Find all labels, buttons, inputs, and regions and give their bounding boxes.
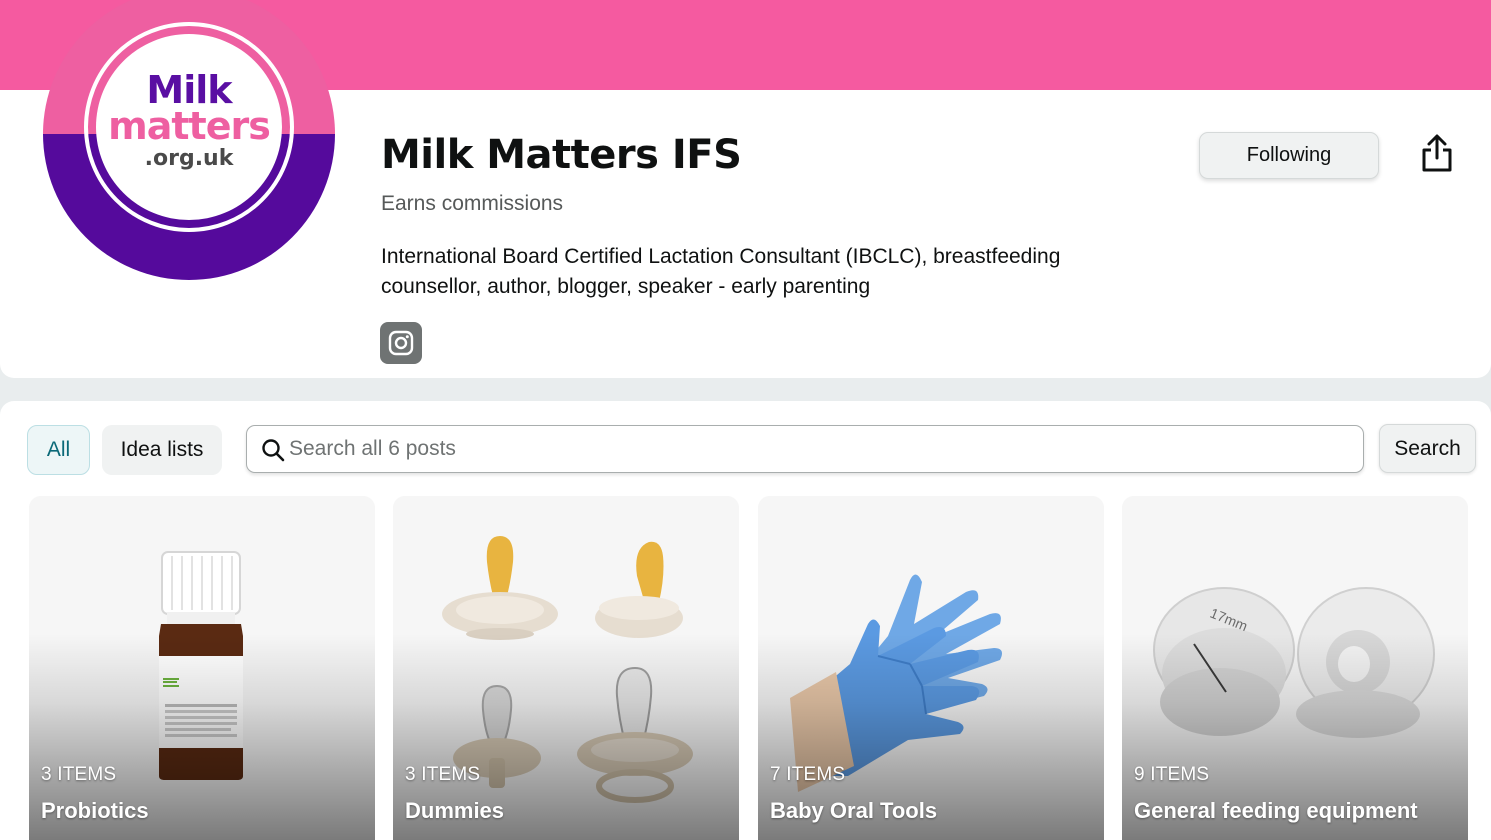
tile-title: Dummies [405,798,505,823]
profile-logo: Milk matters .org.uk [43,0,335,280]
commission-note: Earns commissions [381,192,564,215]
tile-item-count: 3 ITEMS [41,764,117,785]
logo-text-line2: matters [108,104,271,148]
tile-shade [29,496,375,840]
profile-name: Milk Matters IFS [381,132,742,178]
tile-item-count: 7 ITEMS [770,764,846,785]
tile-title: General feeding equipment [1134,798,1418,823]
idea-list-tile[interactable]: 7 ITEMS Baby Oral Tools [758,496,1104,840]
profile-bio: International Board Certified Lactation … [381,245,1061,298]
tile-shade [393,496,739,840]
idea-list-tile[interactable]: 3 ITEMS Dummies [393,496,739,840]
instagram-icon [388,330,414,356]
tile-shade [758,496,1104,840]
search-input[interactable] [289,426,1349,472]
filter-idea-lists-button[interactable]: Idea lists [102,425,222,475]
idea-list-tile[interactable]: 17mm 9 ITEMS General feeding equipment [1122,496,1468,840]
following-button[interactable]: Following [1199,132,1379,179]
share-button[interactable] [1414,130,1460,176]
tile-item-count: 3 ITEMS [405,764,481,785]
search-box [246,425,1364,473]
idea-list-tile[interactable]: 3 ITEMS Probiotics [29,496,375,840]
tile-title: Baby Oral Tools [770,798,938,823]
tile-shade [1122,496,1468,840]
tile-title: Probiotics [41,798,149,823]
instagram-link[interactable] [380,322,422,364]
search-icon [262,439,285,462]
search-button[interactable]: Search [1379,424,1476,473]
logo-text-line3: .org.uk [144,146,234,171]
share-icon [1422,134,1452,172]
filter-all-button[interactable]: All [27,425,90,475]
tile-item-count: 9 ITEMS [1134,764,1210,785]
